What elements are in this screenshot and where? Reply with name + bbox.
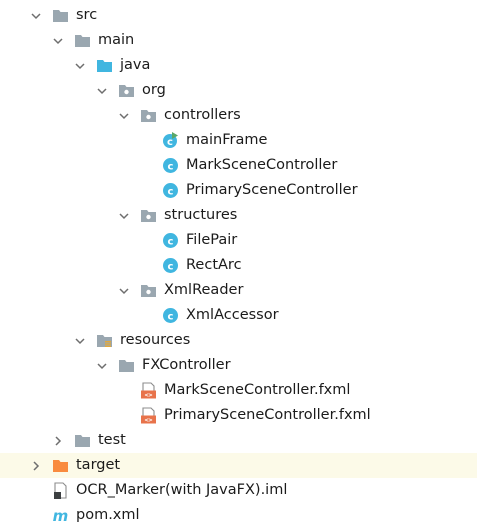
maven-icon: m <box>52 507 69 524</box>
folder-icon <box>52 7 69 24</box>
fxml-file-icon: <> <box>140 407 157 424</box>
tree-node-label: src <box>76 7 98 23</box>
runnable-class-icon: c <box>162 132 179 149</box>
tree-node-label: MarkSceneController <box>186 157 338 173</box>
tree-node-label: controllers <box>164 107 241 123</box>
tree-node-label: PrimarySceneController.fxml <box>164 407 371 423</box>
chevron-down-icon[interactable] <box>118 210 130 222</box>
svg-text:c: c <box>168 237 174 248</box>
tree-node-label: MarkSceneController.fxml <box>164 382 351 398</box>
tree-node-rectarc[interactable]: c RectArc <box>0 253 477 278</box>
chevron-right-icon[interactable] <box>52 435 64 447</box>
tree-node-iml-file[interactable]: OCR_Marker(with JavaFX).iml <box>0 478 477 503</box>
tree-node-java[interactable]: java <box>0 53 477 78</box>
svg-text:<>: <> <box>145 391 153 399</box>
tree-node-label: mainFrame <box>186 132 268 148</box>
svg-text:m: m <box>53 507 69 524</box>
chevron-down-icon[interactable] <box>74 60 86 72</box>
tree-node-label: java <box>120 57 151 73</box>
tree-node-label: main <box>98 32 135 48</box>
tree-node-label: target <box>76 457 121 473</box>
class-icon: c <box>162 232 179 249</box>
class-icon: c <box>162 307 179 324</box>
tree-node-structures[interactable]: structures <box>0 203 477 228</box>
tree-node-label: OCR_Marker(with JavaFX).iml <box>76 482 288 498</box>
class-icon: c <box>162 257 179 274</box>
tree-node-label: org <box>142 82 166 98</box>
tree-node-label: PrimarySceneController <box>186 182 358 198</box>
svg-text:c: c <box>168 162 174 173</box>
tree-node-filepair[interactable]: c FilePair <box>0 228 477 253</box>
chevron-down-icon[interactable] <box>30 10 42 22</box>
class-icon: c <box>162 157 179 174</box>
chevron-down-icon[interactable] <box>52 35 64 47</box>
source-folder-icon <box>96 57 113 74</box>
tree-node-label: structures <box>164 207 238 223</box>
module-file-icon <box>52 482 69 499</box>
tree-node-label: XmlAccessor <box>186 307 279 323</box>
chevron-down-icon[interactable] <box>74 335 86 347</box>
tree-node-fxcontroller[interactable]: FXController <box>0 353 477 378</box>
tree-node-resources[interactable]: resources <box>0 328 477 353</box>
svg-text:<>: <> <box>145 416 153 424</box>
tree-node-xmlreader[interactable]: XmlReader <box>0 278 477 303</box>
chevron-right-icon[interactable] <box>30 460 42 472</box>
package-icon <box>140 282 157 299</box>
class-icon: c <box>162 182 179 199</box>
tree-node-main[interactable]: main <box>0 28 477 53</box>
chevron-down-icon[interactable] <box>96 360 108 372</box>
chevron-down-icon[interactable] <box>118 285 130 297</box>
chevron-down-icon[interactable] <box>118 110 130 122</box>
tree-node-pom-file[interactable]: m pom.xml <box>0 503 477 528</box>
tree-node-src[interactable]: src <box>0 3 477 28</box>
svg-text:c: c <box>168 262 174 273</box>
folder-icon <box>118 357 135 374</box>
tree-node-target[interactable]: target <box>0 453 477 478</box>
tree-node-marksscenecontroller-fxml[interactable]: <> MarkSceneController.fxml <box>0 378 477 403</box>
tree-node-primaryscenecontroller[interactable]: c PrimarySceneController <box>0 178 477 203</box>
tree-node-controllers[interactable]: controllers <box>0 103 477 128</box>
project-tree: src main java org controllers c mainFram… <box>0 0 477 529</box>
tree-node-primaryscenecontroller-fxml[interactable]: <> PrimarySceneController.fxml <box>0 403 477 428</box>
tree-node-test[interactable]: test <box>0 428 477 453</box>
package-icon <box>118 82 135 99</box>
folder-icon <box>74 32 91 49</box>
tree-node-org[interactable]: org <box>0 78 477 103</box>
tree-node-marksscenecontroller[interactable]: c MarkSceneController <box>0 153 477 178</box>
package-icon <box>140 107 157 124</box>
tree-node-label: resources <box>120 332 191 348</box>
tree-node-mainframe[interactable]: c mainFrame <box>0 128 477 153</box>
package-icon <box>140 207 157 224</box>
resources-folder-icon <box>96 332 113 349</box>
folder-icon <box>74 432 91 449</box>
fxml-file-icon: <> <box>140 382 157 399</box>
tree-node-label: FilePair <box>186 232 238 248</box>
tree-node-xmlaccessor[interactable]: c XmlAccessor <box>0 303 477 328</box>
excluded-folder-icon <box>52 457 69 474</box>
tree-node-label: pom.xml <box>76 507 140 523</box>
svg-text:c: c <box>168 312 174 323</box>
tree-node-label: XmlReader <box>164 282 244 298</box>
svg-text:c: c <box>168 187 174 198</box>
tree-node-label: FXController <box>142 357 231 373</box>
tree-node-label: RectArc <box>186 257 242 273</box>
chevron-down-icon[interactable] <box>96 85 108 97</box>
tree-node-label: test <box>98 432 126 448</box>
